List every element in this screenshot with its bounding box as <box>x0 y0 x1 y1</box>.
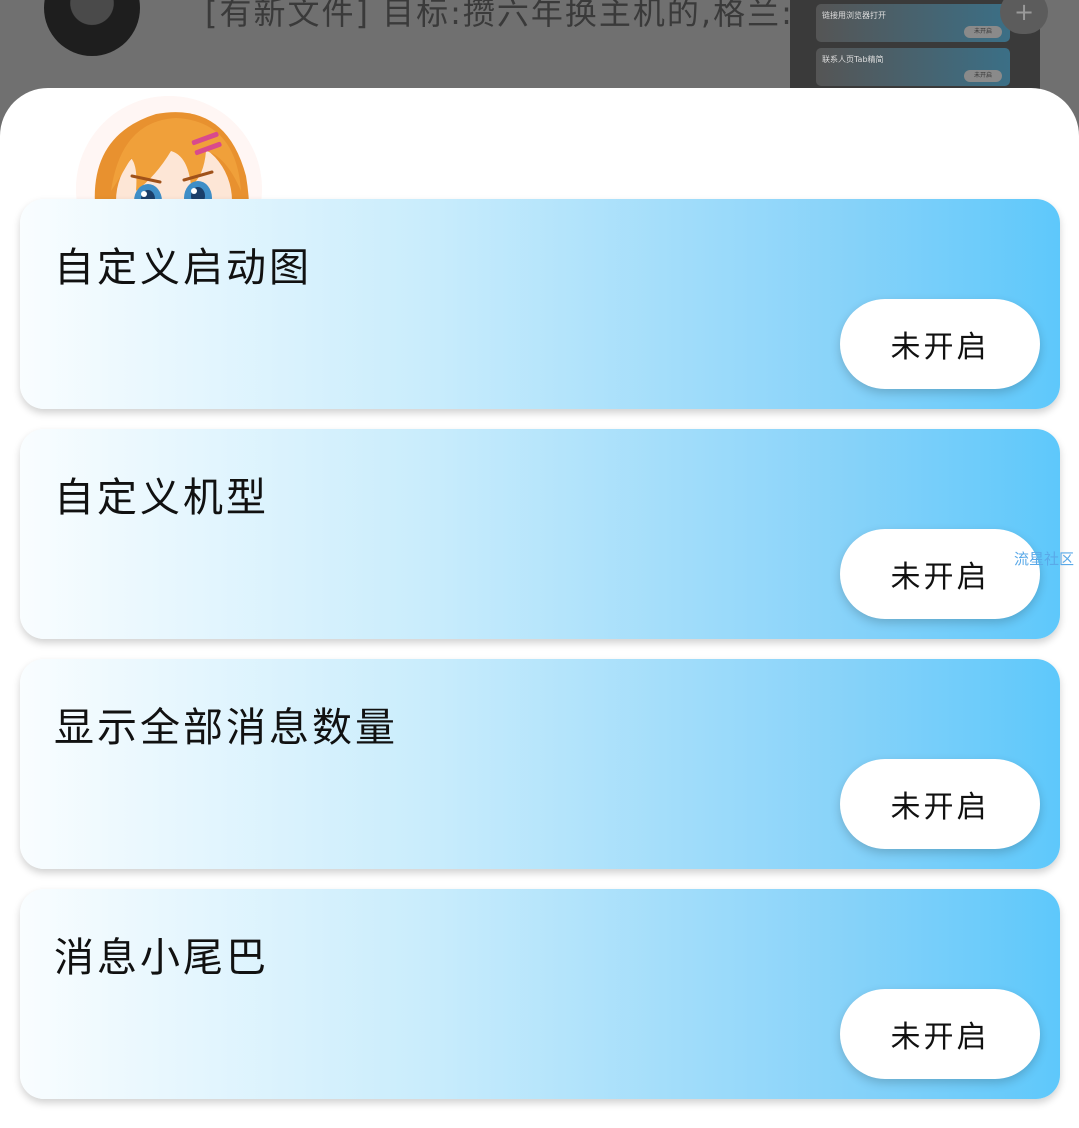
setting-card-startup-image: 自定义启动图 未开启 <box>20 199 1060 409</box>
setting-card-message-count: 显示全部消息数量 未开启 <box>20 659 1060 869</box>
background-plus-button: + <box>1000 0 1048 34</box>
community-label: 流星社区 <box>1014 550 1075 568</box>
setting-title: 显示全部消息数量 <box>54 705 398 751</box>
setting-card-device-model: 自定义机型 未开启 <box>20 429 1060 639</box>
setting-toggle-button[interactable]: 未开启 <box>840 529 1040 619</box>
setting-title: 自定义机型 <box>54 475 269 521</box>
background-avatar <box>44 0 140 56</box>
settings-sheet: 自定义启动图 未开启 自定义机型 未开启 显示全部消息数量 未开启 消息小尾巴 … <box>0 88 1079 1128</box>
background-preview-item: 联系人页Tab精简 未开启 <box>816 48 1010 86</box>
setting-toggle-button[interactable]: 未开启 <box>840 989 1040 1079</box>
setting-title: 自定义启动图 <box>54 245 312 291</box>
background-preview-item: 链接用浏览器打开 未开启 <box>816 4 1010 42</box>
background-message-title: [有新文件] 目标:攒六年换主机的,格兰: 分 <box>205 0 805 32</box>
setting-card-message-tail: 消息小尾巴 未开启 <box>20 889 1060 1099</box>
setting-title: 消息小尾巴 <box>54 935 269 981</box>
setting-toggle-button[interactable]: 未开启 <box>840 299 1040 389</box>
setting-toggle-button[interactable]: 未开启 <box>840 759 1040 849</box>
